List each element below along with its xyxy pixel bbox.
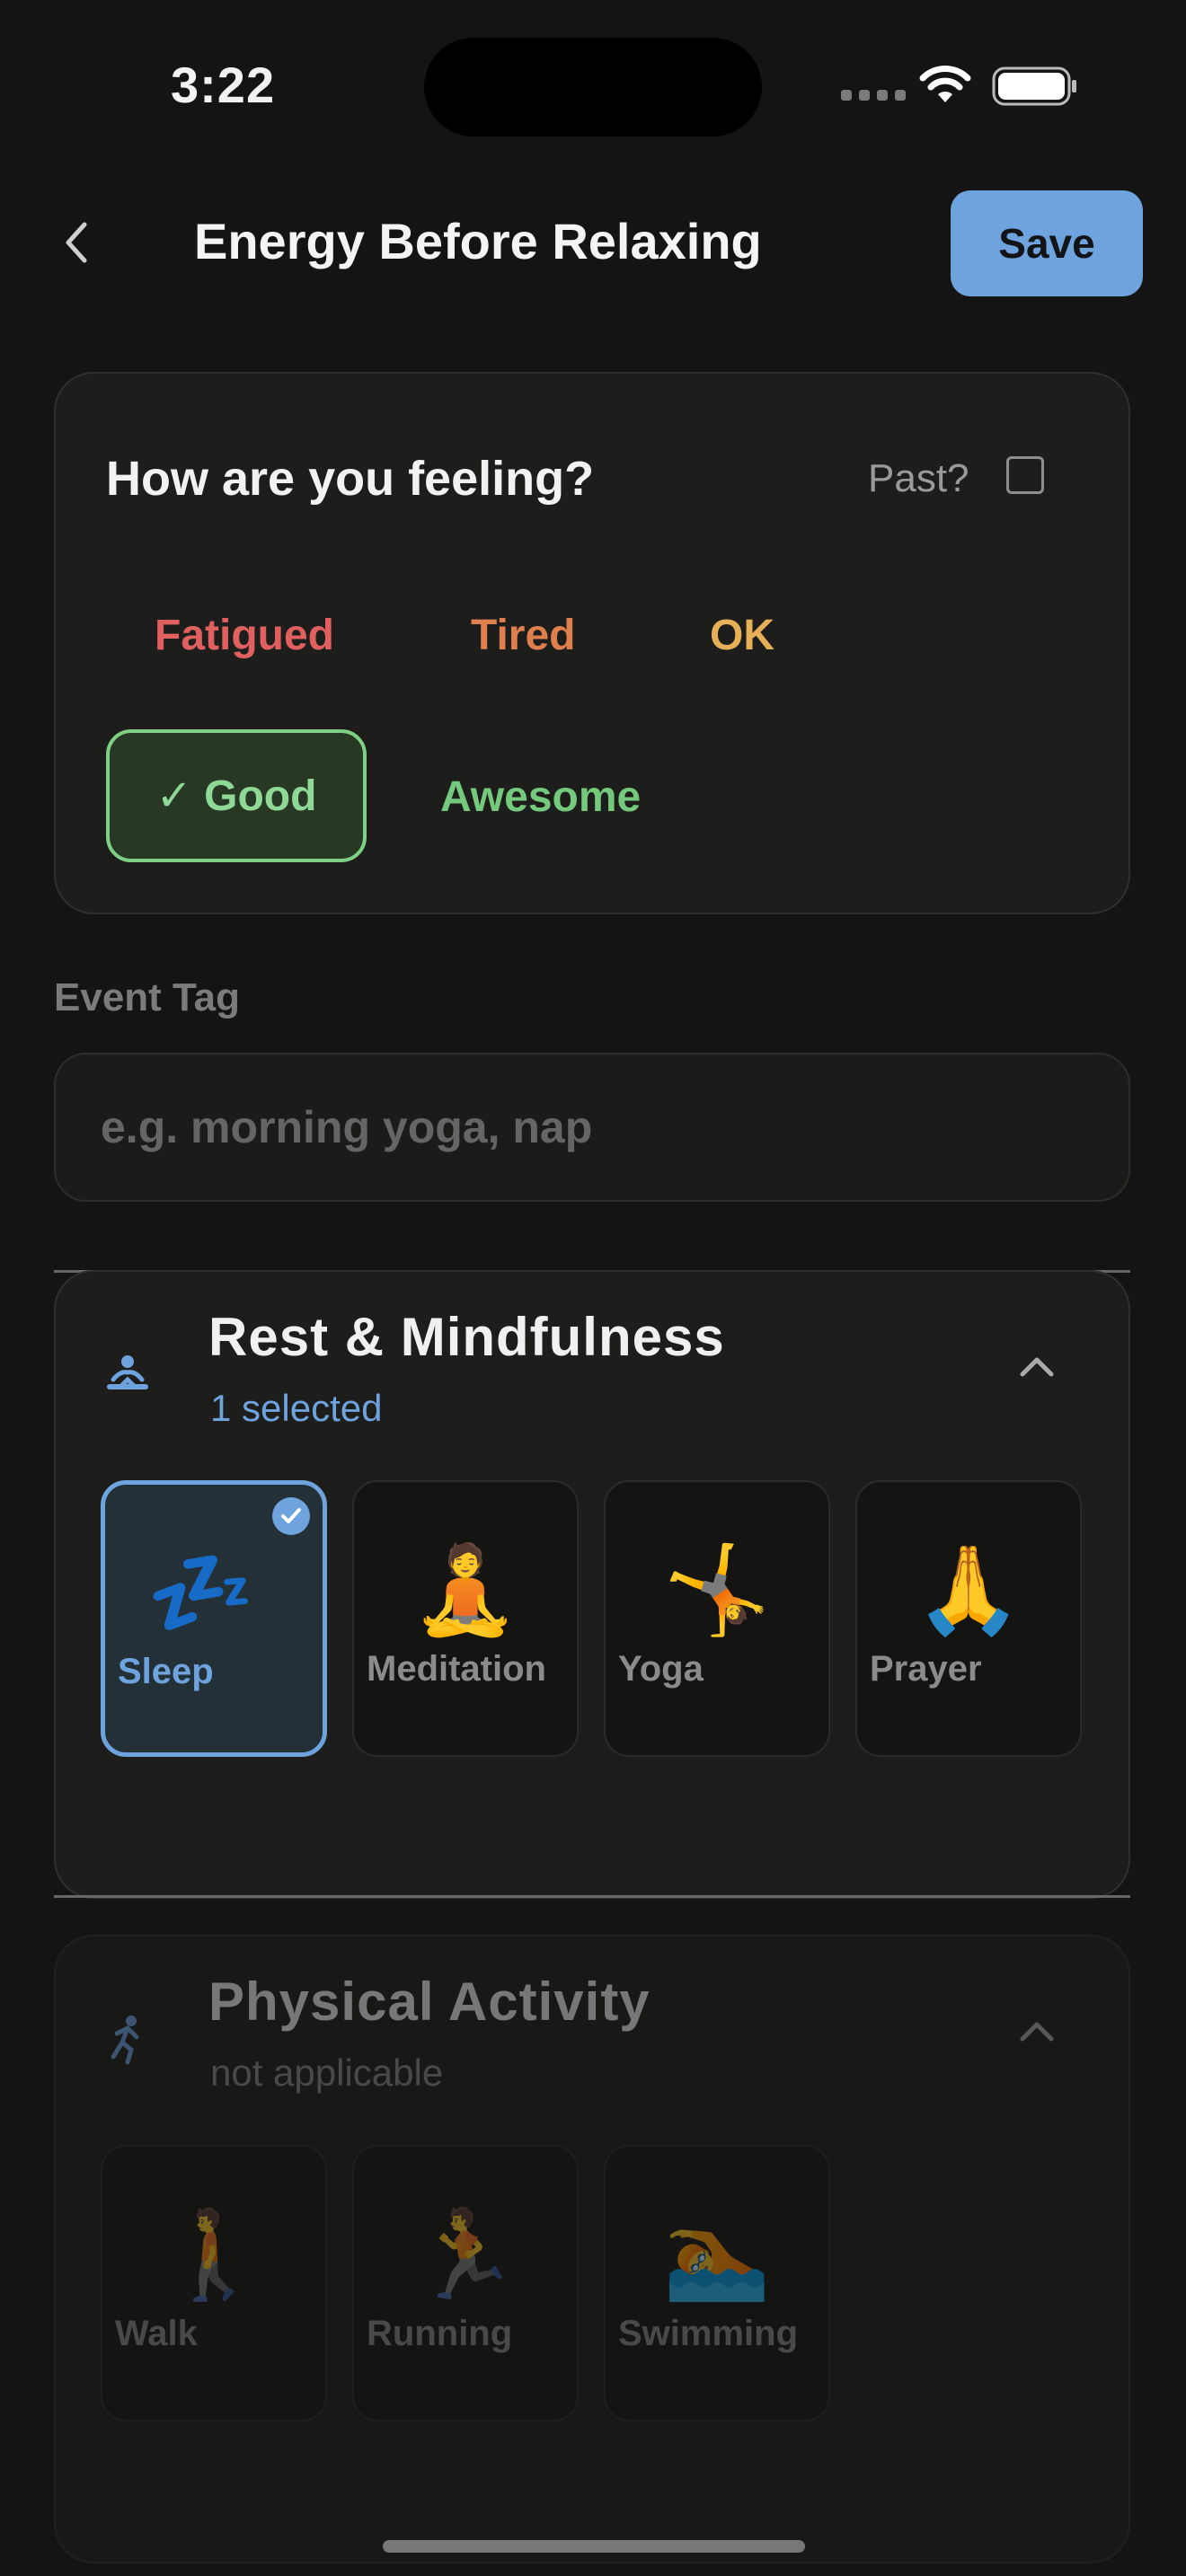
tile-label: Yoga: [618, 1649, 704, 1689]
activity-tile-sleep[interactable]: 💤 Sleep: [101, 1480, 327, 1757]
tile-label: Walk: [115, 2314, 198, 2353]
activity-tile-prayer[interactable]: 🙏 Prayer: [855, 1480, 1082, 1757]
chevron-up-icon[interactable]: [1017, 2017, 1057, 2044]
home-indicator[interactable]: [383, 2540, 805, 2553]
feeling-question: How are you feeling?: [106, 452, 595, 506]
feeling-card: How are you feeling? Past? Fatigued Tire…: [54, 372, 1130, 914]
activity-tile-swimming[interactable]: 🏊 Swimming: [604, 2145, 830, 2422]
back-chevron-icon[interactable]: [54, 216, 99, 269]
battery-icon: [992, 66, 1076, 106]
mood-tired[interactable]: Tired: [471, 611, 575, 660]
status-time: 3:22: [171, 57, 276, 113]
activity-tile-running[interactable]: 🏃 Running: [352, 2145, 579, 2422]
tile-label: Swimming: [618, 2314, 799, 2353]
event-tag-input[interactable]: [54, 1053, 1130, 1202]
past-checkbox[interactable]: [1006, 456, 1044, 494]
mood-ok[interactable]: OK: [710, 611, 774, 660]
sleep-icon: 💤: [146, 1545, 255, 1641]
prayer-hands-icon: 🙏: [915, 1542, 1022, 1638]
mood-awesome[interactable]: Awesome: [440, 772, 641, 822]
event-tag-label: Event Tag: [54, 975, 241, 1019]
chevron-up-icon[interactable]: [1017, 1353, 1057, 1380]
activity-tile-yoga[interactable]: 🤸 Yoga: [604, 1480, 830, 1757]
wifi-icon: [919, 66, 971, 102]
walk-icon: 🚶: [160, 2207, 268, 2303]
tile-label: Prayer: [870, 1649, 982, 1689]
yoga-icon: 🤸: [663, 1542, 771, 1638]
activity-tile-walk[interactable]: 🚶 Walk: [101, 2145, 327, 2422]
nav-bar: Energy Before Relaxing Save: [0, 180, 1186, 305]
cellular-icon: [841, 90, 906, 101]
tile-label: Meditation: [367, 1649, 546, 1689]
category-rest-mindfulness: Rest & Mindfulness 1 selected 💤 Sleep 🧘 …: [54, 1270, 1130, 1899]
category-title: Rest & Mindfulness: [208, 1307, 725, 1367]
meditation-person-icon: 🧘: [412, 1542, 519, 1638]
running-person-icon: 🏃: [412, 2207, 519, 2303]
mood-good[interactable]: ✓ Good: [106, 729, 367, 862]
category-title: Physical Activity: [208, 1972, 651, 2032]
section-divider: [54, 1895, 1130, 1898]
past-label: Past?: [868, 456, 969, 500]
category-subtitle: 1 selected: [210, 1387, 383, 1429]
activity-tile-meditation[interactable]: 🧘 Meditation: [352, 1480, 579, 1757]
running-icon: [111, 2016, 139, 2065]
checkmark-icon: [272, 1497, 310, 1535]
meditation-icon: [107, 1355, 148, 1389]
category-physical-activity: Physical Activity not applicable 🚶 Walk …: [54, 1935, 1130, 2563]
page-title: Energy Before Relaxing: [194, 213, 762, 269]
dynamic-island: [424, 38, 762, 137]
save-button[interactable]: Save: [951, 190, 1143, 296]
swimming-icon: 🏊: [663, 2207, 771, 2303]
category-subtitle: not applicable: [210, 2051, 444, 2094]
tile-label: Running: [367, 2314, 513, 2353]
status-bar: 3:22: [0, 0, 1186, 171]
mood-fatigued[interactable]: Fatigued: [155, 611, 334, 660]
tile-label: Sleep: [118, 1652, 214, 1691]
